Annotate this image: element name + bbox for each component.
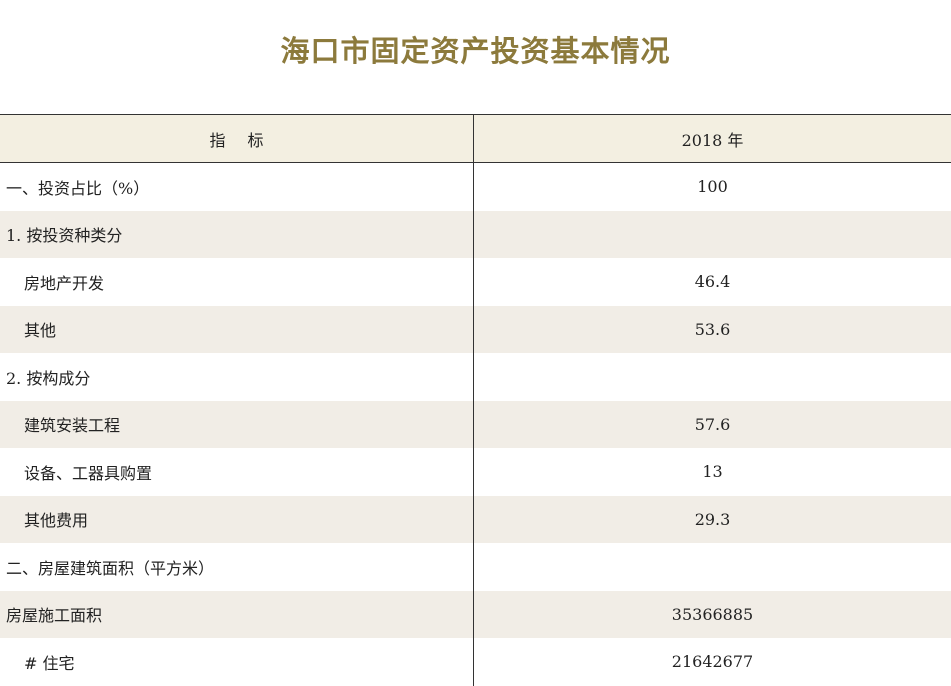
row-value xyxy=(474,211,951,259)
row-value: 21642677 xyxy=(671,652,754,672)
table-row: 一、投资占比（%） 100 xyxy=(0,163,951,211)
table-row: 其他费用 29.3 xyxy=(0,495,951,543)
row-value xyxy=(474,353,951,401)
table-row: 房地产开发 46.4 xyxy=(0,258,951,306)
table-row: 其他 53.6 xyxy=(0,305,951,353)
header-year: 2018 年 xyxy=(681,130,744,150)
table-row: 2. 按构成分 xyxy=(0,353,951,401)
table-header-row: 指 标 2018 年 xyxy=(0,115,951,163)
table-row: 房屋施工面积 35366885 xyxy=(0,590,951,638)
row-label: 建筑安装工程 xyxy=(0,400,474,448)
row-value: 53.6 xyxy=(694,319,731,339)
row-label: 其他 xyxy=(0,305,474,353)
row-label: 二、房屋建筑面积（平方米） xyxy=(0,543,474,591)
row-value: 29.3 xyxy=(694,509,731,529)
row-label: 一、投资占比（%） xyxy=(0,163,474,211)
table-row: 1. 按投资种类分 xyxy=(0,210,951,259)
row-label: 设备、工器具购置 xyxy=(0,448,474,496)
row-value: 46.4 xyxy=(694,272,731,292)
row-value xyxy=(474,543,951,591)
row-label: 房地产开发 xyxy=(0,258,474,306)
header-indicator-part1: 指 xyxy=(209,130,226,150)
data-table: 指 标 2018 年 一、投资占比（%） 100 1. 按投资种类分 房地产开发… xyxy=(0,114,951,686)
row-value: 35366885 xyxy=(671,604,754,624)
header-indicator: 指 标 xyxy=(0,115,474,162)
table-row: 建筑安装工程 57.6 xyxy=(0,400,951,448)
row-value: 100 xyxy=(697,177,728,197)
row-value: 57.6 xyxy=(694,414,731,434)
header-indicator-part2: 标 xyxy=(247,130,264,150)
page-title: 海口市固定资产投资基本情况 xyxy=(280,34,671,68)
row-label: 1. 按投资种类分 xyxy=(0,210,474,258)
row-label: 2. 按构成分 xyxy=(0,353,474,401)
table-row: 设备、工器具购置 13 xyxy=(0,448,951,496)
row-label: 房屋施工面积 xyxy=(0,590,474,638)
row-label: 其他费用 xyxy=(0,495,474,543)
row-value: 13 xyxy=(702,462,723,482)
table-row: # 住宅 21642677 xyxy=(0,638,951,686)
row-label: # 住宅 xyxy=(0,638,474,686)
table-row: 二、房屋建筑面积（平方米） xyxy=(0,543,951,591)
